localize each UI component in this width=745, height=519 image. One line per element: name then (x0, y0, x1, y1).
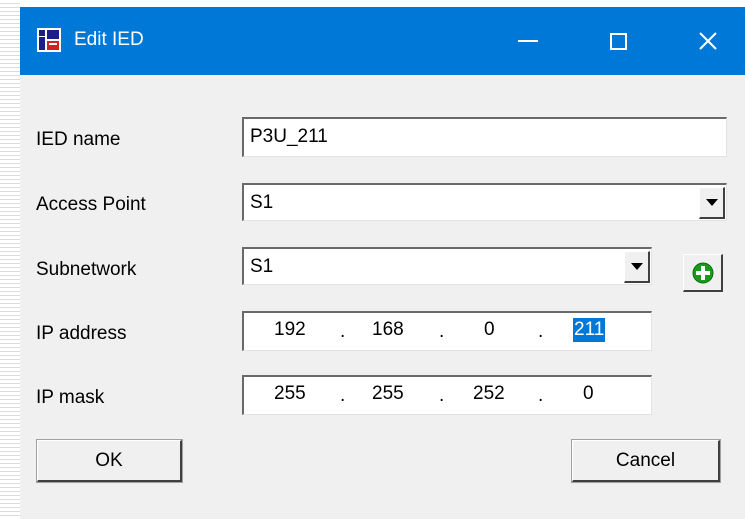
chevron-down-icon (630, 263, 643, 270)
ip-address-separator: . (340, 321, 346, 342)
chevron-down-icon (705, 199, 718, 206)
ip-mask-label: IP mask (36, 387, 105, 408)
ip-mask-octet-3[interactable]: 252 (473, 382, 505, 406)
ied-name-value: P3U_211 (250, 126, 328, 147)
ip-address-label: IP address (36, 323, 127, 344)
access-point-dropdown-button[interactable] (699, 187, 725, 219)
ip-mask-input[interactable]: 255 . 255 . 252 . 0 (242, 375, 652, 415)
close-icon (699, 32, 717, 50)
ip-mask-separator: . (538, 385, 544, 406)
ied-name-label: IED name (36, 129, 121, 150)
access-point-value: S1 (250, 192, 274, 213)
access-point-select[interactable]: S1 (242, 183, 727, 221)
subnetwork-label: Subnetwork (36, 259, 137, 280)
ied-app-icon (37, 28, 61, 52)
ip-address-octet-2[interactable]: 168 (372, 318, 404, 342)
ip-address-octet-1[interactable]: 192 (274, 318, 306, 342)
add-subnetwork-button[interactable] (683, 254, 723, 292)
close-button[interactable] (677, 7, 739, 75)
subnetwork-select[interactable]: S1 (242, 247, 652, 285)
minimize-button[interactable] (497, 7, 559, 75)
ip-mask-octet-1[interactable]: 255 (274, 382, 306, 406)
window-title: Edit IED (74, 29, 144, 50)
plus-circle-icon (692, 262, 713, 283)
ip-mask-octet-2[interactable]: 255 (372, 382, 404, 406)
ip-address-octet-3[interactable]: 0 (484, 318, 495, 342)
maximize-button[interactable] (587, 7, 649, 75)
ip-address-separator: . (538, 321, 544, 342)
ip-address-octet-4[interactable]: 211 (573, 318, 606, 342)
minimize-icon (518, 40, 538, 42)
edit-ied-dialog: Edit IED IED name P3U_211 Access Point S… (20, 7, 745, 519)
ip-address-separator: . (439, 321, 445, 342)
ip-mask-separator: . (340, 385, 346, 406)
access-point-label: Access Point (36, 194, 146, 215)
title-bar[interactable]: Edit IED (20, 7, 745, 75)
subnetwork-dropdown-button[interactable] (624, 251, 650, 283)
ok-button[interactable]: OK (36, 439, 183, 483)
subnetwork-value: S1 (250, 256, 274, 277)
cancel-button[interactable]: Cancel (571, 439, 721, 483)
ip-mask-octet-4[interactable]: 0 (583, 382, 594, 406)
maximize-icon (609, 32, 627, 50)
ip-mask-separator: . (439, 385, 445, 406)
ied-name-input[interactable]: P3U_211 (242, 117, 727, 157)
background-window-edge (0, 0, 20, 519)
ip-address-input[interactable]: 192 . 168 . 0 . 211 (242, 311, 652, 351)
